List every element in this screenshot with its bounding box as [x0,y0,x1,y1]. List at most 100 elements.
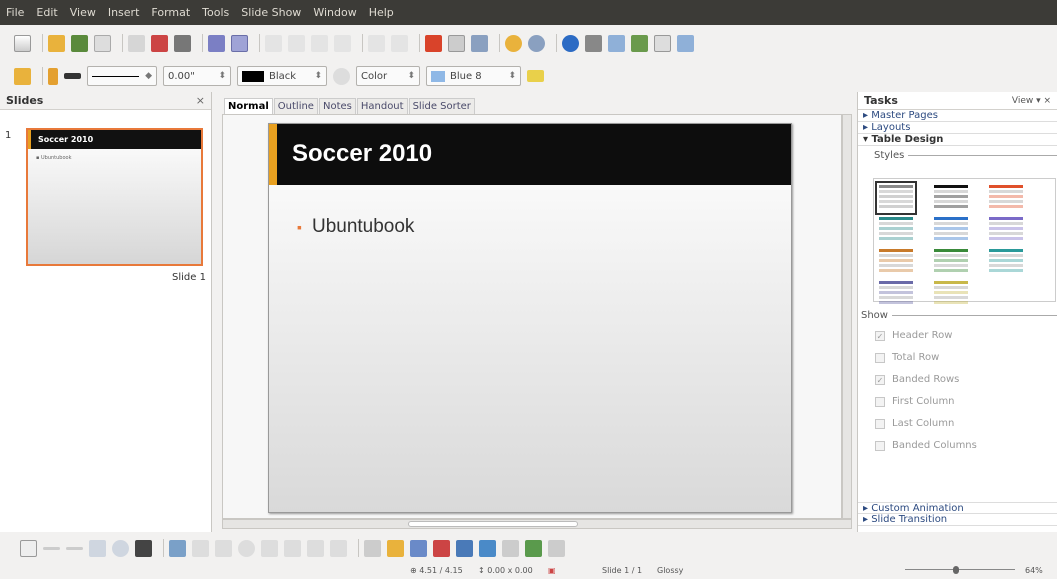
section-custom-animation[interactable]: ▸ Custom Animation [858,502,1057,514]
fontwork-icon[interactable] [410,539,427,557]
shadow-icon[interactable] [527,70,544,82]
slide-bullet[interactable]: ▪ Ubuntubook [297,216,414,238]
edit-file-icon[interactable] [128,34,145,52]
line-tool-icon[interactable] [43,546,60,550]
menu-slide-show[interactable]: Slide Show [241,6,301,19]
navigator-icon[interactable] [505,34,522,52]
email-icon[interactable] [94,34,111,52]
table-style-option[interactable] [879,249,913,275]
points-icon[interactable] [364,539,381,557]
area-icon[interactable] [333,67,350,85]
chart-icon[interactable] [425,34,442,52]
extrusion-icon[interactable] [548,539,565,557]
save-icon[interactable] [71,34,88,52]
rectangle-icon[interactable] [89,539,106,557]
from-file-icon[interactable] [433,539,450,557]
option-total-row[interactable]: Total Row [875,352,939,363]
callouts-icon[interactable] [307,539,324,557]
print-icon[interactable] [174,34,191,52]
table-icon[interactable] [448,34,465,52]
spellcheck-icon[interactable] [208,34,225,52]
select-icon[interactable] [20,539,37,557]
close-icon[interactable]: × [196,94,205,107]
stars-icon[interactable] [330,539,347,557]
horizontal-scrollbar[interactable] [222,519,852,529]
new-slide-icon[interactable] [654,34,671,52]
vertical-scrollbar[interactable] [842,114,852,519]
new-doc-icon[interactable] [14,34,31,52]
table-style-option[interactable] [934,217,968,243]
copy-icon[interactable] [288,34,305,52]
section-layouts[interactable]: ▸ Layouts [858,122,1057,134]
section-table-design[interactable]: ▾ Table Design [858,134,1057,146]
basic-shapes-icon[interactable] [215,539,232,557]
align-icon[interactable] [502,539,519,557]
zoom-slider[interactable] [905,566,1015,574]
gallery-icon[interactable] [585,34,602,52]
cut-icon[interactable] [265,34,282,52]
tab-notes[interactable]: Notes [318,98,356,114]
menu-edit[interactable]: Edit [36,6,57,19]
area-color-select[interactable]: Blue 8 ⬍ [426,66,521,86]
autospell-icon[interactable] [231,34,248,52]
section-master-pages[interactable]: ▸ Master Pages [858,110,1057,122]
flowchart-icon[interactable] [284,539,301,557]
connector-icon[interactable] [192,539,209,557]
table-style-option[interactable] [989,249,1023,275]
tab-normal[interactable]: Normal [224,98,273,114]
table-style-option[interactable] [934,281,968,307]
tab-slide-sorter[interactable]: Slide Sorter [408,98,475,114]
area-style-select[interactable]: Color ⬍ [356,66,420,86]
menu-window[interactable]: Window [313,6,356,19]
line-width-field[interactable]: 0.00" ⬍ [163,66,231,86]
rotate-icon[interactable] [479,539,496,557]
redo-icon[interactable] [391,34,408,52]
table-style-option[interactable] [875,181,917,215]
table-style-option[interactable] [879,281,913,307]
table-style-option[interactable] [934,249,968,275]
slide[interactable]: Soccer 2010 ▪ Ubuntubook [268,123,792,513]
text-icon[interactable] [135,539,152,557]
zoom-icon[interactable] [528,34,545,52]
tab-handout[interactable]: Handout [356,98,408,114]
option-banded-columns[interactable]: Banded Columns [875,440,977,451]
table-style-option[interactable] [879,217,913,243]
menu-tools[interactable]: Tools [202,6,229,19]
display-mode-icon[interactable] [631,34,648,52]
slide-thumbnail[interactable]: Soccer 2010 ▪ Ubuntubook [26,128,203,266]
show-icon[interactable] [677,34,694,52]
slide-title[interactable]: Soccer 2010 [292,140,432,168]
menu-view[interactable]: View [70,6,96,19]
arrow-tool-icon[interactable] [66,546,83,550]
arrange-icon[interactable] [525,539,542,557]
image-icon[interactable] [471,34,488,52]
table-style-option[interactable] [989,185,1023,211]
line-color-select[interactable]: Black ⬍ [237,66,327,86]
arrow-style-icon[interactable] [64,73,81,79]
view-menu-button[interactable]: View ▾ × [1012,96,1051,106]
help-icon[interactable] [562,34,579,52]
table-style-option[interactable] [934,185,968,211]
paste-icon[interactable] [311,34,328,52]
line-style-select[interactable]: ◆ [87,66,157,86]
line-icon[interactable] [48,67,58,85]
gallery-tool-icon[interactable] [456,539,473,557]
menu-insert[interactable]: Insert [108,6,140,19]
menu-format[interactable]: Format [151,6,190,19]
menu-help[interactable]: Help [369,6,394,19]
slide-canvas[interactable]: Soccer 2010 ▪ Ubuntubook [222,114,842,519]
symbol-shapes-icon[interactable] [238,539,255,557]
open-icon[interactable] [48,34,65,52]
slide-layout-icon[interactable] [608,34,625,52]
section-slide-transition[interactable]: ▸ Slide Transition [858,514,1057,526]
option-banded-rows[interactable]: ✓ Banded Rows [875,374,959,385]
option-first-column[interactable]: First Column [875,396,955,407]
clone-icon[interactable] [334,34,351,52]
curve-icon[interactable] [169,539,186,557]
scrollbar-thumb[interactable] [408,521,578,527]
block-arrows-icon[interactable] [261,539,278,557]
undo-icon[interactable] [368,34,385,52]
menu-file[interactable]: File [6,6,24,19]
option-last-column[interactable]: Last Column [875,418,954,429]
option-header-row[interactable]: ✓ Header Row [875,330,952,341]
